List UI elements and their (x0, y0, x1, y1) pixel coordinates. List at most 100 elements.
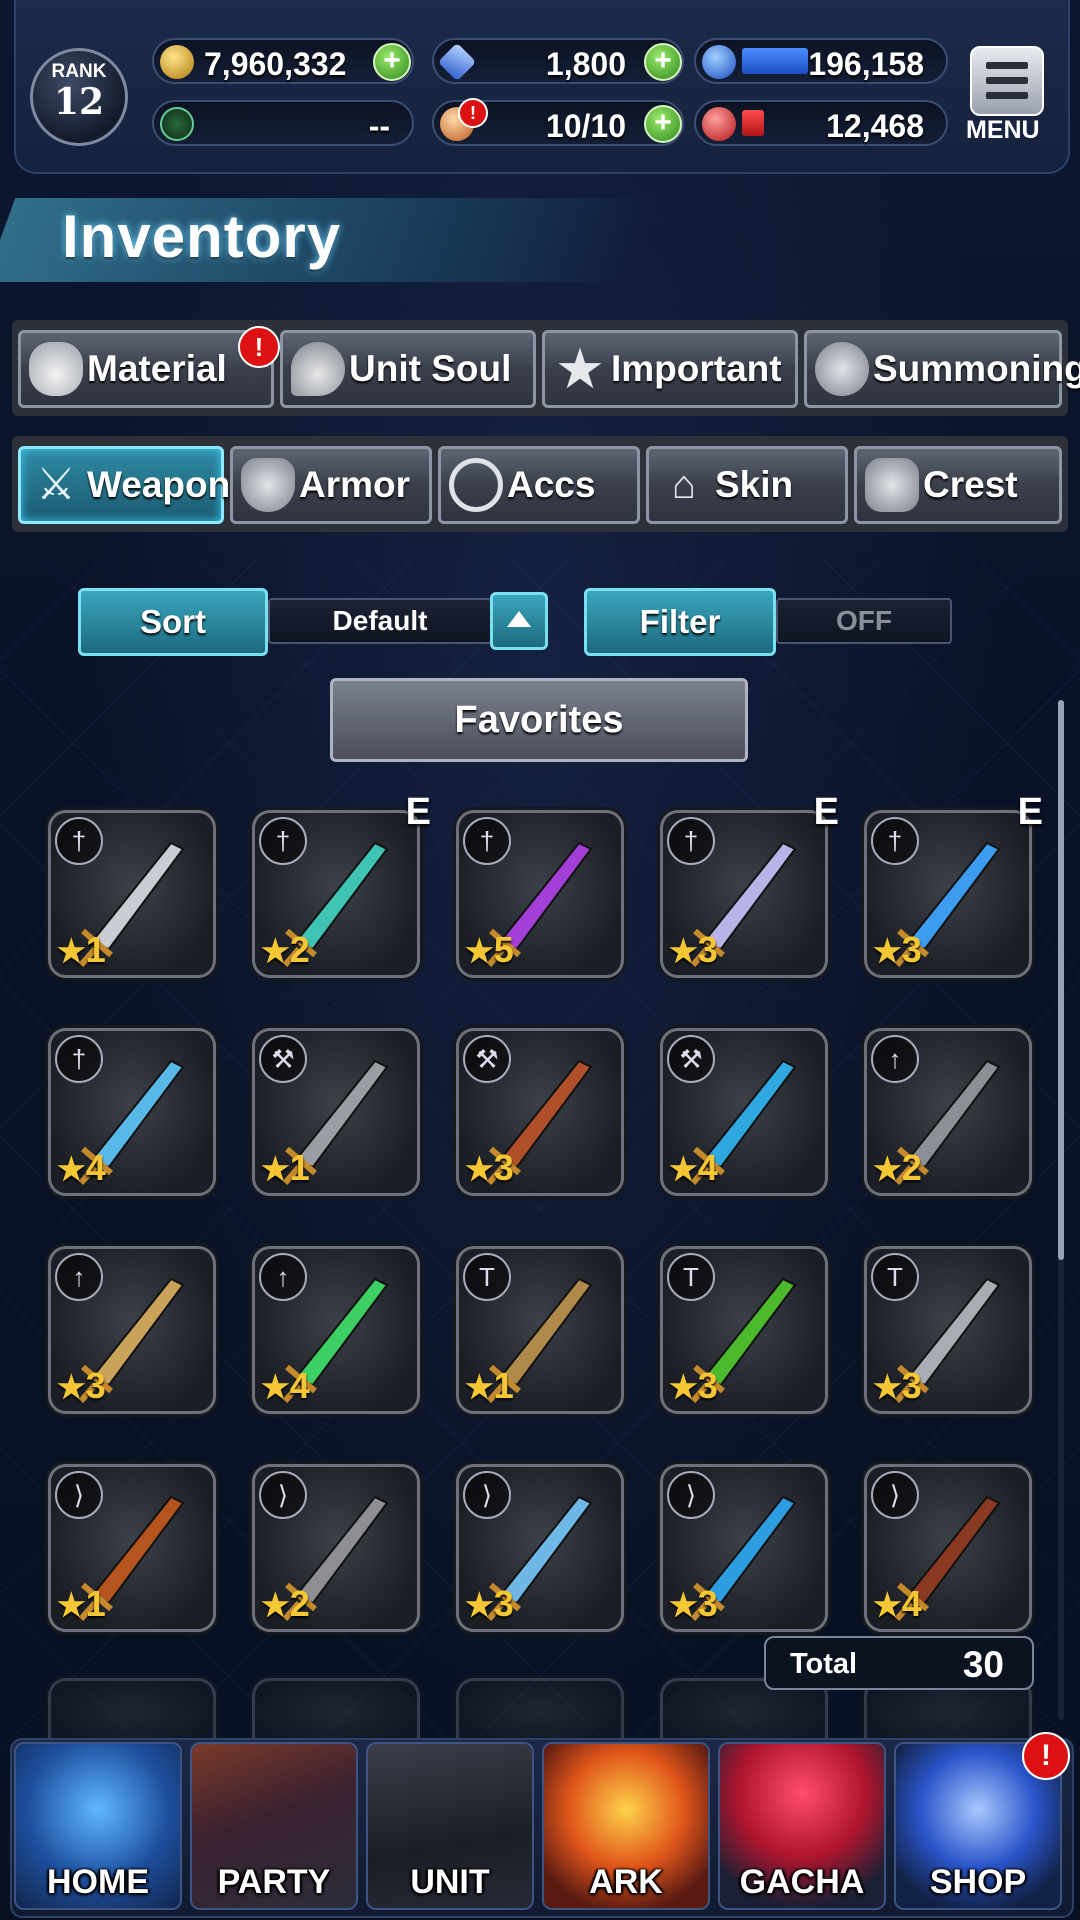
rarity-value: 1 (85, 929, 106, 970)
red-energy-value: 12,468 (826, 108, 924, 144)
hammer-icon: T (871, 1253, 919, 1301)
lapis-crystal-icon (437, 42, 477, 82)
star-icon: ★ (465, 1369, 494, 1405)
star-icon: ★ (57, 1369, 86, 1405)
shop-alert-badge: ! (1022, 1732, 1070, 1780)
weapon-slot[interactable]: ↑ ★2 (864, 1028, 1032, 1196)
filter-value[interactable]: OFF (776, 598, 952, 644)
bow-icon: ⟩ (463, 1471, 511, 1519)
weapon-slot[interactable]: † ★4 (48, 1028, 216, 1196)
rarity-value: 2 (289, 929, 310, 970)
red-orb-icon (702, 107, 736, 141)
total-label: Total (790, 1648, 858, 1680)
nav-gacha[interactable]: GACHA (718, 1742, 886, 1910)
star-icon: ★ (465, 1587, 494, 1623)
menu-button[interactable] (970, 46, 1044, 116)
add-gil-button[interactable]: + (373, 43, 411, 81)
rarity-label: ★2 (261, 1583, 310, 1625)
tab-unit-soul[interactable]: Unit Soul (280, 330, 536, 408)
weapon-slot[interactable]: T ★3 (660, 1246, 828, 1414)
tab-armor-label: Armor (299, 464, 411, 505)
sort-value[interactable]: Default (268, 598, 492, 644)
weapon-slot[interactable]: † ★3 E (660, 791, 839, 978)
add-lapis-button[interactable]: + (644, 43, 682, 81)
favorites-button[interactable]: Favorites (330, 678, 748, 762)
rarity-label: ★4 (261, 1365, 310, 1407)
nav-unit[interactable]: UNIT (366, 1742, 534, 1910)
status-bar (14, 0, 1070, 174)
tab-summoning[interactable]: Summoning (804, 330, 1080, 408)
necklace-icon (449, 458, 503, 512)
star-icon: ★ (57, 1151, 86, 1187)
rarity-label: ★1 (57, 1583, 106, 1625)
nav-ark-label: ARK (589, 1863, 663, 1901)
rarity-value: 3 (85, 1365, 106, 1406)
star-icon: ★ (261, 1369, 290, 1405)
weapon-slot[interactable]: † ★3 E (864, 791, 1043, 978)
rank-badge[interactable]: RANK 12 (30, 48, 128, 146)
tab-accs[interactable]: Accs (438, 446, 640, 524)
rank-label: RANK (51, 61, 107, 82)
rarity-label: ★4 (57, 1147, 106, 1189)
weapon-slot[interactable]: ⚒ ★1 (252, 1028, 420, 1196)
tab-skin[interactable]: ⌂ Skin (646, 446, 848, 524)
tab-crest[interactable]: Crest (854, 446, 1062, 524)
scrollbar-thumb[interactable] (1058, 700, 1064, 1260)
weapon-slot[interactable]: ⟩ ★3 (456, 1464, 624, 1632)
weapon-slot[interactable]: † ★1 (48, 810, 216, 978)
nav-party[interactable]: PARTY (190, 1742, 358, 1910)
weapon-slot[interactable]: ⚒ ★3 (456, 1028, 624, 1196)
rarity-value: 1 (493, 1365, 514, 1406)
tab-material[interactable]: Material (18, 330, 274, 408)
filter-button[interactable]: Filter (584, 588, 776, 656)
rarity-value: 2 (289, 1583, 310, 1624)
weapon-slot[interactable]: † ★5 (456, 810, 624, 978)
weapon-slot[interactable]: † ★2 E (252, 791, 431, 978)
sort-button[interactable]: Sort (78, 588, 268, 656)
star-icon: ★ (669, 933, 698, 969)
blue-energy-bar (742, 48, 808, 74)
weapon-slot[interactable]: ↑ ★4 (252, 1246, 420, 1414)
tab-weapon[interactable]: ⚔ Weapon (18, 446, 230, 524)
bow-icon: ⟩ (667, 1471, 715, 1519)
red-energy-counter: 12,468 (694, 100, 948, 146)
weapon-slot[interactable]: ⚒ ★4 (660, 1028, 828, 1196)
orb-counter: -- (152, 100, 414, 146)
weapon-slot[interactable]: ⟩ ★4 (864, 1464, 1032, 1632)
rarity-label: ★3 (669, 1583, 718, 1625)
tab-important[interactable]: ★ Important (542, 330, 798, 408)
add-stamina-button[interactable]: + (644, 105, 682, 143)
weapon-slot[interactable]: T ★1 (456, 1246, 624, 1414)
weapon-slot[interactable]: ⟩ ★3 (660, 1464, 828, 1632)
sword-emblem-icon (160, 107, 194, 141)
nav-home[interactable]: HOME (14, 1742, 182, 1910)
star-icon: ★ (465, 1151, 494, 1187)
rarity-label: ★3 (57, 1365, 106, 1407)
star-icon: ★ (465, 933, 494, 969)
nav-party-label: PARTY (217, 1863, 331, 1901)
sword-icon: ⚔ (36, 460, 76, 509)
rarity-label: ★2 (261, 929, 310, 971)
rarity-value: 3 (697, 929, 718, 970)
tab-weapon-label: Weapon (87, 464, 231, 505)
blue-energy-value: 196,158 (808, 46, 924, 82)
tab-armor[interactable]: Armor (230, 446, 432, 524)
weapon-slot[interactable]: ⟩ ★2 (252, 1464, 420, 1632)
spear-icon: ↑ (871, 1035, 919, 1083)
weapon-slot[interactable]: ↑ ★3 (48, 1246, 216, 1414)
weapon-slot[interactable]: ⟩ ★1 (48, 1464, 216, 1632)
armor-icon (241, 458, 295, 512)
menu-icon-line (986, 92, 1028, 99)
rarity-label: ★3 (669, 929, 718, 971)
lapis-value: 1,800 (545, 46, 626, 82)
stamina-alert-badge: ! (458, 98, 488, 128)
sort-order-button[interactable] (490, 592, 548, 650)
menu-label[interactable]: MENU (966, 116, 1040, 145)
weapon-slot[interactable]: T ★3 (864, 1246, 1032, 1414)
rarity-label: ★2 (873, 1147, 922, 1189)
nav-ark[interactable]: ARK (542, 1742, 710, 1910)
sword-icon: † (55, 817, 103, 865)
pouch-icon (29, 342, 83, 396)
star-icon: ★ (57, 1587, 86, 1623)
rarity-value: 3 (697, 1583, 718, 1624)
